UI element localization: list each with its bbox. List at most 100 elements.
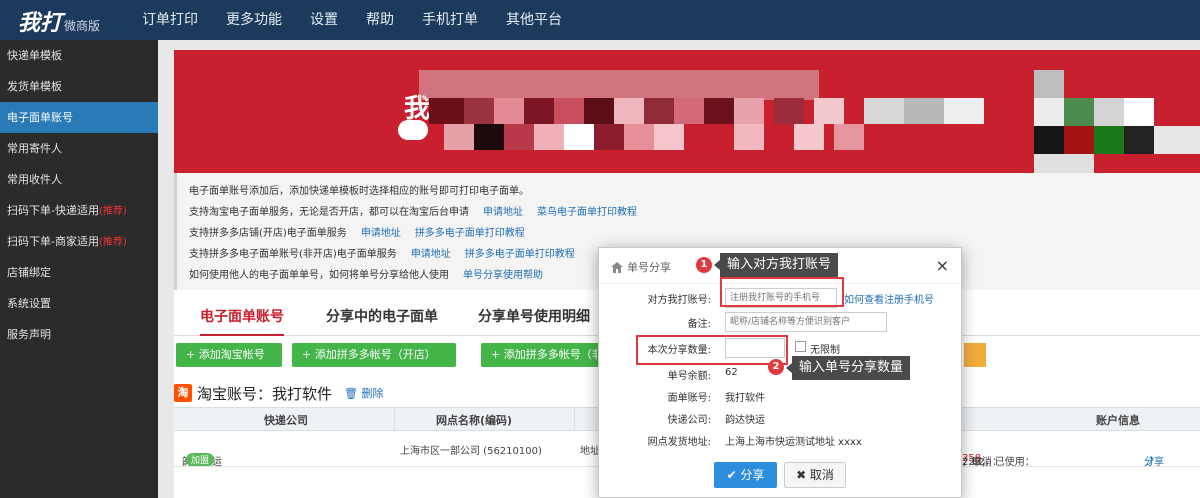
dialog-title: 单号分享 (611, 259, 671, 275)
nav-help[interactable]: 帮助 (366, 0, 394, 40)
col-branch: 网点名称(编码) (436, 414, 513, 427)
sidebar-item-label: 系统设置 (7, 297, 51, 310)
tab-eway-accounts[interactable]: 电子面单账号 (200, 302, 284, 336)
nav-other-platforms[interactable]: 其他平台 (506, 0, 562, 40)
courier-label: 快递公司: (667, 415, 711, 426)
sidebar-item-eway-account[interactable]: 电子面单账号 (0, 102, 158, 133)
delete-account-button[interactable]: 🗑 删除 (344, 385, 383, 401)
col-account-info: 账户信息 (1096, 414, 1140, 427)
courier-value: 韵达快运 (725, 415, 765, 426)
notice-line: 支持淘宝电子面单服务，无论是否开店，都可以在淘宝后台申请 申请地址 菜鸟电子面单打印… (189, 202, 1200, 223)
close-icon[interactable]: × (936, 256, 949, 275)
top-navbar: 我打 微商版 订单打印 更多功能 设置 帮助 手机打单 其他平台 (0, 0, 1200, 40)
notice-text: 支持拼多多电子面单账号(非开店)电子面单服务 (189, 249, 397, 260)
sidebar-item-shop-binding[interactable]: 店铺绑定 (0, 257, 158, 288)
trash-icon: 🗑 (344, 387, 362, 400)
confirm-share-button[interactable]: ✔ 分享 (714, 462, 777, 488)
ship-address-label: 网点发货地址: (647, 437, 711, 448)
share-help-link[interactable]: 单号分享使用帮助 (463, 270, 543, 281)
annotation-box-account (720, 277, 844, 307)
top-nav-menu: 订单打印 更多功能 设置 帮助 手机打单 其他平台 (142, 0, 590, 40)
orange-button[interactable] (964, 343, 986, 367)
unlimited-checkbox[interactable] (795, 341, 806, 352)
eway-account-label: 面单账号: (667, 393, 711, 404)
pdd-shop-apply-link[interactable]: 申请地址 (361, 228, 401, 239)
notice-line: 支持拼多多店铺(开店)电子面单服务 申请地址 拼多多电子面单打印教程 (189, 223, 1200, 244)
sidebar-item-label: 店铺绑定 (7, 266, 51, 279)
sidebar-item-courier-template[interactable]: 快递单模板 (0, 40, 158, 71)
remark-input[interactable] (725, 312, 887, 332)
promo-banner: 我 (174, 50, 1200, 175)
sidebar-item-label: 常用收件人 (7, 173, 62, 186)
notice-text: 支持拼多多店铺(开店)电子面单服务 (189, 228, 347, 239)
annotation-box-quantity (636, 335, 788, 365)
sidebar-item-label: 发货单模板 (7, 80, 62, 93)
notice-text: 支持淘宝电子面单服务，无论是否开店，都可以在淘宝后台申请 (189, 207, 469, 218)
balance-label: 单号余额: (667, 371, 711, 382)
unlimited-label: 无限制 (810, 345, 840, 356)
sidebar-item-label: 扫码下单-快递适用 (7, 204, 99, 217)
pdd-noshop-apply-link[interactable]: 申请地址 (411, 249, 451, 260)
recommend-tag: (推荐) (98, 237, 127, 248)
nav-more-features[interactable]: 更多功能 (226, 0, 282, 40)
account-title: 淘宝账号：我打软件 (197, 384, 333, 403)
share-label: 分享 (1144, 457, 1164, 468)
view-phone-help-link[interactable]: 如何查看注册手机号 (844, 291, 934, 306)
notice-text: 电子面单账号添加后，添加快递单模板时选择相应的账号即可打印电子面单。 (189, 186, 529, 197)
sidebar-item-label: 电子面单账号 (7, 111, 73, 124)
ship-address-value: 上海上海市快运测试地址 xxxx (725, 437, 862, 448)
sidebar-item-scan-courier[interactable]: 扫码下单-快递适用(推荐) (0, 195, 158, 226)
sidebar-item-service-statement[interactable]: 服务声明 (0, 319, 158, 350)
eway-account-value: 我打软件 (725, 393, 765, 404)
add-pdd-noshop-button[interactable]: + 添加拼多多帐号（非 (481, 343, 611, 367)
sidebar-item-scan-merchant[interactable]: 扫码下单-商家适用(推荐) (0, 226, 158, 257)
franchise-badge: 加盟 (186, 453, 215, 466)
sidebar-item-label: 快递单模板 (7, 49, 62, 62)
tab-share-details[interactable]: 分享单号使用明细 (478, 302, 590, 336)
banner-shape (398, 120, 428, 140)
sidebar-item-senders[interactable]: 常用寄件人 (0, 133, 158, 164)
remark-row: 备注: (599, 312, 961, 332)
nav-mobile-print[interactable]: 手机打单 (422, 0, 478, 40)
taobao-icon: 淘 (174, 384, 192, 402)
col-courier: 快递公司 (264, 414, 308, 427)
courier-row: 快递公司: 韵达快运 (599, 408, 961, 428)
remark-label: 备注: (687, 319, 711, 330)
add-pdd-shop-button[interactable]: + 添加拼多多帐号（开店） (292, 343, 456, 367)
notice-line: 电子面单账号添加后，添加快递单模板时选择相应的账号即可打印电子面单。 (189, 181, 1200, 202)
recommend-tag: (推荐) (98, 206, 127, 217)
sidebar-item-receivers[interactable]: 常用收件人 (0, 164, 158, 195)
add-taobao-button[interactable]: + 添加淘宝帐号 (176, 343, 282, 367)
annotation-tip-1: 输入对方我打账号 (713, 253, 839, 277)
delete-label: 删除 (361, 387, 384, 400)
sidebar: 快递单模板 发货单模板 电子面单账号 常用寄件人 常用收件人 扫码下单-快递适用… (0, 40, 158, 498)
nav-order-print[interactable]: 订单打印 (142, 0, 198, 40)
annotation-number-1: 1 (696, 257, 712, 273)
cainiao-tutorial-link[interactable]: 菜鸟电子面单打印教程 (537, 207, 637, 218)
annotation-tip-2: 输入单号分享数量 (785, 356, 911, 380)
tab-sharing[interactable]: 分享中的电子面单 (326, 302, 438, 336)
pdd-noshop-tutorial-link[interactable]: 拼多多电子面单打印教程 (465, 249, 575, 260)
taobao-apply-link[interactable]: 申请地址 (483, 207, 523, 218)
cancel-button[interactable]: ✖ 取消 (784, 462, 846, 488)
logo-sub-text: 微商版 (64, 19, 101, 33)
pdd-shop-tutorial-link[interactable]: 拼多多电子面单打印教程 (415, 228, 525, 239)
nav-settings[interactable]: 设置 (310, 0, 338, 40)
notice-text: 如何使用他人的电子面单单号，如何将单号分享给他人使用 (189, 270, 449, 281)
app-logo[interactable]: 我打 微商版 (18, 5, 101, 36)
balance-value: 62 (725, 367, 738, 378)
home-icon (611, 261, 623, 273)
ship-address-row: 网点发货地址: 上海上海市快运测试地址 xxxx (599, 430, 961, 450)
sidebar-item-system-settings[interactable]: 系统设置 (0, 288, 158, 319)
account-label: 对方我打账号: (647, 295, 711, 306)
logo-main-text: 我打 (18, 10, 63, 36)
dialog-title-text: 单号分享 (627, 261, 671, 274)
account-header: 淘 淘宝账号：我打软件 🗑 删除 (174, 382, 383, 404)
annotation-number-2: 2 (768, 359, 784, 375)
address-cell: 地址 (580, 446, 600, 457)
sidebar-item-label: 扫码下单-商家适用 (7, 235, 99, 248)
cancel-count: 229； (962, 457, 992, 468)
sidebar-item-label: 服务声明 (7, 328, 51, 341)
sidebar-item-invoice-template[interactable]: 发货单模板 (0, 71, 158, 102)
branch-cell: 上海市区一部公司 (56210100) (400, 446, 542, 457)
